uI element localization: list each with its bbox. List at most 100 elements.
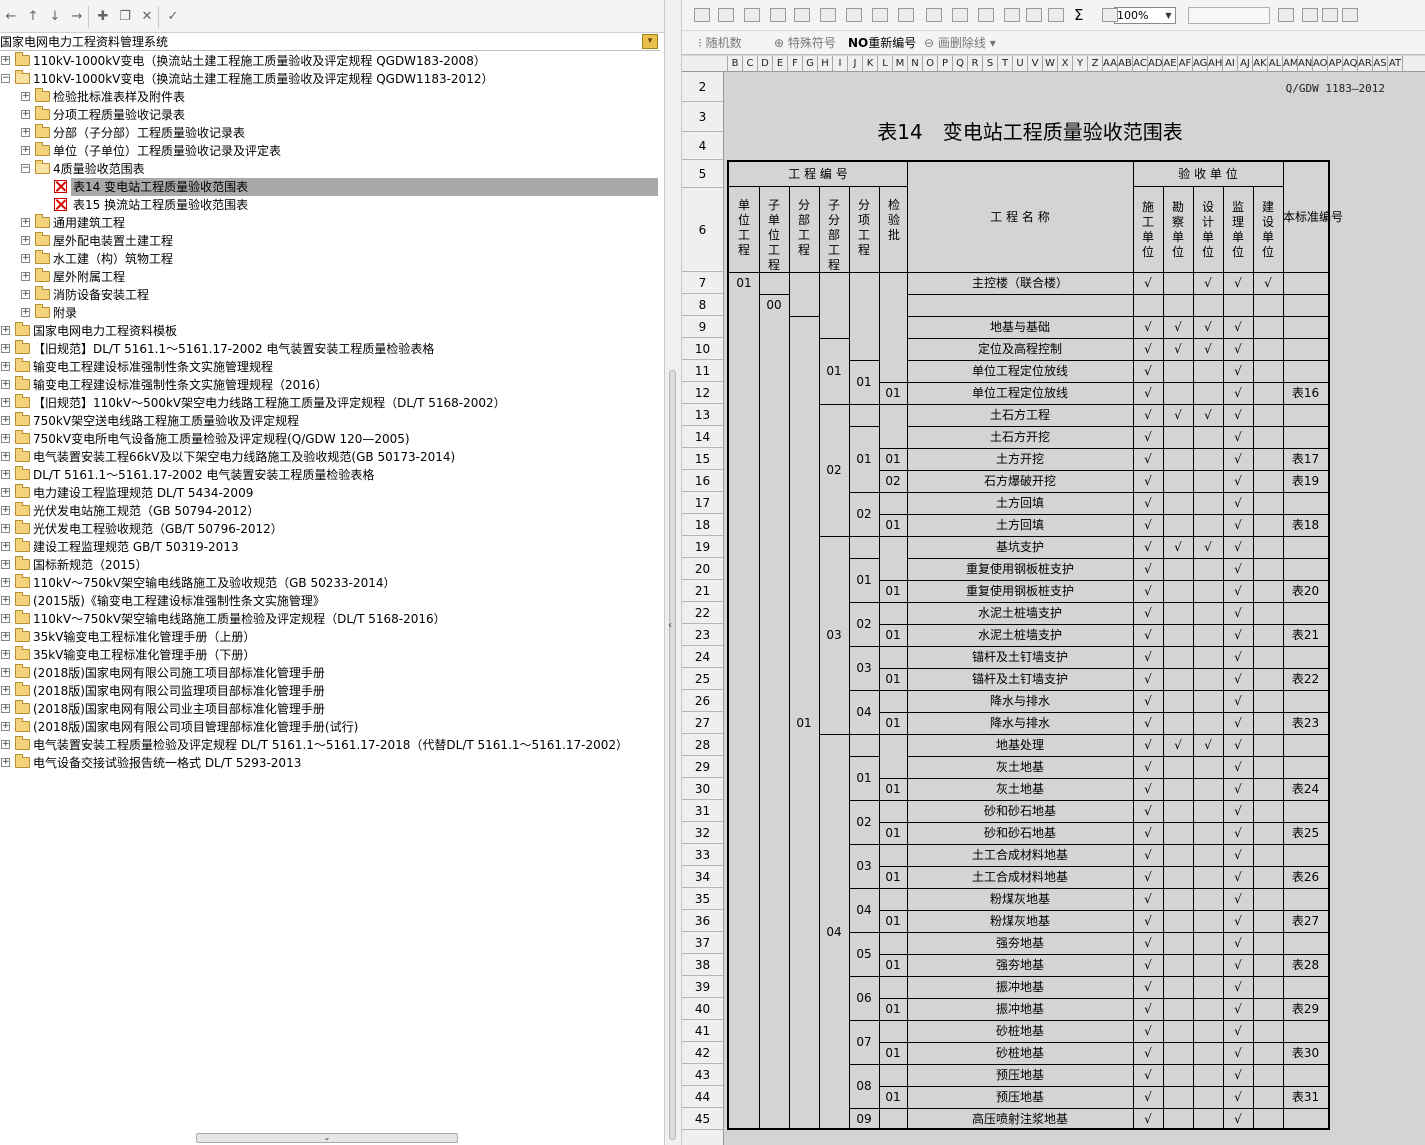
accept-cell[interactable] — [1163, 668, 1193, 690]
column-header[interactable]: AN — [1298, 56, 1313, 72]
column-header[interactable]: T — [998, 56, 1013, 72]
accept-cell[interactable] — [1193, 712, 1223, 734]
accept-cell[interactable]: √ — [1193, 272, 1223, 294]
tree-item[interactable]: +35kV输变电工程标准化管理手册（下册） — [0, 646, 660, 664]
accept-cell[interactable]: √ — [1133, 580, 1163, 602]
accept-cell[interactable]: √ — [1133, 1042, 1163, 1064]
column-header[interactable]: AR — [1358, 56, 1373, 72]
project-name-cell[interactable]: 重复使用钢板桩支护 — [907, 580, 1133, 602]
forward-icon[interactable]: → — [68, 8, 86, 26]
tree-item[interactable]: + 通用建筑工程 — [0, 214, 660, 232]
accept-cell[interactable]: √ — [1133, 558, 1163, 580]
accept-cell[interactable] — [1163, 382, 1193, 404]
column-header[interactable]: AO — [1313, 56, 1328, 72]
accept-cell[interactable] — [1253, 822, 1283, 844]
row-header[interactable]: 28 — [682, 734, 723, 756]
code-cell[interactable]: 07 — [849, 1020, 879, 1064]
expand-icon[interactable]: + — [1, 560, 10, 569]
column-header[interactable]: Q — [953, 56, 968, 72]
grid-icon[interactable] — [872, 8, 888, 22]
project-name-cell[interactable]: 振冲地基 — [907, 998, 1133, 1020]
expand-icon[interactable]: + — [21, 110, 30, 119]
para-icon[interactable] — [952, 8, 968, 22]
accept-cell[interactable]: √ — [1223, 954, 1253, 976]
project-name-cell[interactable]: 粉煤灰地基 — [907, 910, 1133, 932]
accept-cell[interactable] — [1253, 382, 1283, 404]
standard-ref-cell[interactable] — [1283, 646, 1328, 668]
accept-cell[interactable]: √ — [1133, 602, 1163, 624]
header-accept-col[interactable]: 勘察单位 — [1170, 200, 1186, 260]
accept-cell[interactable] — [1253, 1042, 1283, 1064]
accept-cell[interactable]: √ — [1193, 404, 1223, 426]
accept-cell[interactable] — [1193, 382, 1223, 404]
accept-cell[interactable] — [1253, 536, 1283, 558]
tree-item[interactable]: + DL/T 5161.1～5161.17-2002 电气装置安装工程质量检验表格 — [0, 466, 660, 484]
column-header[interactable]: AB — [1118, 56, 1133, 72]
accept-cell[interactable]: √ — [1253, 272, 1283, 294]
row-header[interactable]: 38 — [682, 954, 723, 976]
code-cell[interactable]: 05 — [849, 932, 879, 976]
expand-icon[interactable]: + — [1, 704, 10, 713]
accept-cell[interactable]: √ — [1223, 272, 1253, 294]
code-cell[interactable]: 03 — [849, 844, 879, 888]
dropdown-icon[interactable] — [1102, 8, 1118, 22]
standard-ref-cell[interactable]: 表22 — [1283, 668, 1328, 690]
tree-item[interactable]: + 电气装置安装工程质量检验及评定规程 DL/T 5161.1～5161.17-2… — [0, 736, 660, 754]
accept-cell[interactable]: √ — [1133, 1108, 1163, 1130]
tree-item[interactable]: + 电气设备交接试验报告统一格式 DL/T 5293-2013 — [0, 754, 660, 772]
row-header[interactable]: 5 — [682, 160, 723, 188]
standard-ref-cell[interactable] — [1283, 976, 1328, 998]
code-cell[interactable]: 01 — [849, 558, 879, 602]
expand-icon[interactable]: + — [1, 470, 10, 479]
fill-icon[interactable] — [1026, 8, 1042, 22]
accept-cell[interactable] — [1163, 602, 1193, 624]
code-cell[interactable]: 08 — [849, 1064, 879, 1108]
expand-icon[interactable]: + — [21, 92, 30, 101]
code-cell[interactable]: 01 — [879, 822, 907, 844]
accept-cell[interactable]: √ — [1223, 976, 1253, 998]
new-doc-icon[interactable]: ✚ — [94, 8, 112, 26]
accept-cell[interactable] — [1193, 976, 1223, 998]
accept-cell[interactable]: √ — [1223, 602, 1253, 624]
accept-cell[interactable] — [1193, 1064, 1223, 1086]
accept-cell[interactable] — [1253, 1020, 1283, 1042]
collapse-left-icon[interactable]: ‹ — [668, 620, 672, 631]
column-header[interactable]: H — [818, 56, 833, 72]
project-name-cell[interactable]: 土石方开挖 — [907, 426, 1133, 448]
tree-item[interactable]: + 附录 — [0, 304, 660, 322]
project-name-cell[interactable]: 土工合成材料地基 — [907, 844, 1133, 866]
expand-icon[interactable]: + — [1, 434, 10, 443]
row-header[interactable]: 43 — [682, 1064, 723, 1086]
accept-cell[interactable] — [1163, 844, 1193, 866]
expand-icon[interactable]: + — [21, 272, 30, 281]
table-icon[interactable] — [846, 8, 862, 22]
split-icon[interactable] — [718, 8, 734, 22]
accept-cell[interactable] — [1193, 778, 1223, 800]
accept-cell[interactable]: √ — [1193, 734, 1223, 756]
accept-cell[interactable] — [1163, 1020, 1193, 1042]
accept-cell[interactable]: √ — [1133, 1086, 1163, 1108]
project-name-cell[interactable]: 预压地基 — [907, 1086, 1133, 1108]
standard-ref-cell[interactable] — [1283, 932, 1328, 954]
column-header[interactable]: D — [758, 56, 773, 72]
delete-icon[interactable]: ✕ — [138, 8, 156, 26]
tree-item[interactable]: + 水工建（构）筑物工程 — [0, 250, 660, 268]
accept-cell[interactable] — [1193, 888, 1223, 910]
accept-cell[interactable]: √ — [1223, 382, 1253, 404]
tree-item[interactable]: 表15 换流站工程质量验收范围表 — [0, 196, 660, 214]
accept-cell[interactable] — [1163, 976, 1193, 998]
expand-icon[interactable]: + — [1, 722, 10, 731]
standard-ref-cell[interactable] — [1283, 1020, 1328, 1042]
project-name-cell[interactable]: 砂桩地基 — [907, 1042, 1133, 1064]
standard-ref-cell[interactable] — [1283, 536, 1328, 558]
code-cell[interactable]: 04 — [849, 690, 879, 734]
accept-cell[interactable] — [1193, 954, 1223, 976]
code-cell[interactable]: 01 — [879, 382, 907, 404]
accept-cell[interactable] — [1193, 1086, 1223, 1108]
accept-cell[interactable] — [1253, 316, 1283, 338]
code-cell[interactable]: 01 — [879, 866, 907, 888]
accept-cell[interactable] — [1253, 558, 1283, 580]
expand-icon[interactable]: + — [1, 56, 10, 65]
row-header[interactable]: 15 — [682, 448, 723, 470]
accept-cell[interactable]: √ — [1193, 338, 1223, 360]
